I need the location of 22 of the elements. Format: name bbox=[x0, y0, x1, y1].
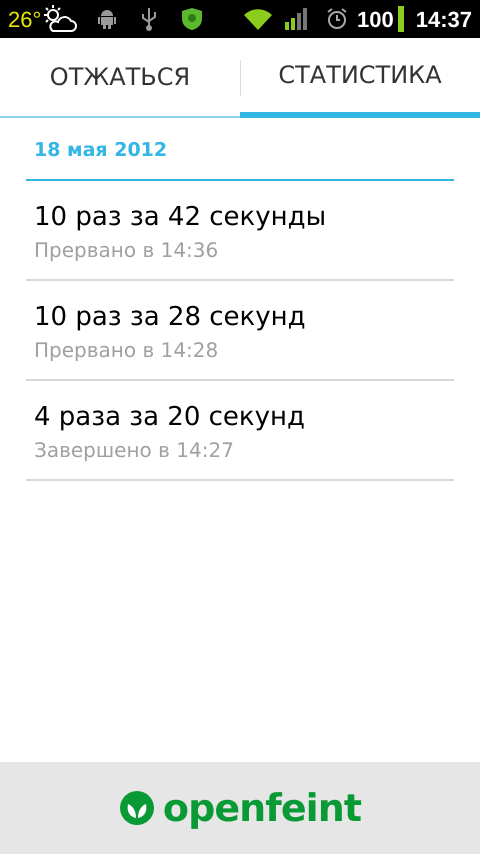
battery-level: 100 bbox=[357, 6, 394, 34]
clock: 14:37 bbox=[416, 6, 472, 34]
tab[interactable]: ОТЖАТЬСЯ bbox=[0, 38, 240, 118]
entry-status: Прервано в 14:28 bbox=[34, 336, 220, 364]
entry-status: Прервано в 14:36 bbox=[34, 236, 220, 264]
usb-icon bbox=[141, 6, 158, 32]
entry-status: Завершено в 14:27 bbox=[34, 436, 235, 464]
brand-logo: openfeint bbox=[162, 784, 362, 832]
shield-icon bbox=[181, 7, 204, 31]
sun-cloud-icon bbox=[41, 4, 78, 34]
entry-title: 10 раз за 28 секунд bbox=[34, 300, 307, 334]
leaf-logo-icon bbox=[118, 790, 155, 826]
alarm-icon bbox=[325, 7, 349, 31]
temperature: 26° bbox=[8, 6, 42, 34]
battery-icon bbox=[398, 6, 404, 32]
signal-icon bbox=[285, 8, 309, 30]
entry-title: 10 раз за 42 секунды bbox=[34, 200, 328, 234]
wifi-icon bbox=[243, 7, 273, 31]
android-icon bbox=[97, 8, 118, 30]
tab[interactable]: СТАТИСТИКА bbox=[240, 38, 480, 118]
section-date: 18 мая 2012 bbox=[26, 118, 454, 180]
entry-title: 4 раза за 20 секунд bbox=[34, 400, 306, 434]
